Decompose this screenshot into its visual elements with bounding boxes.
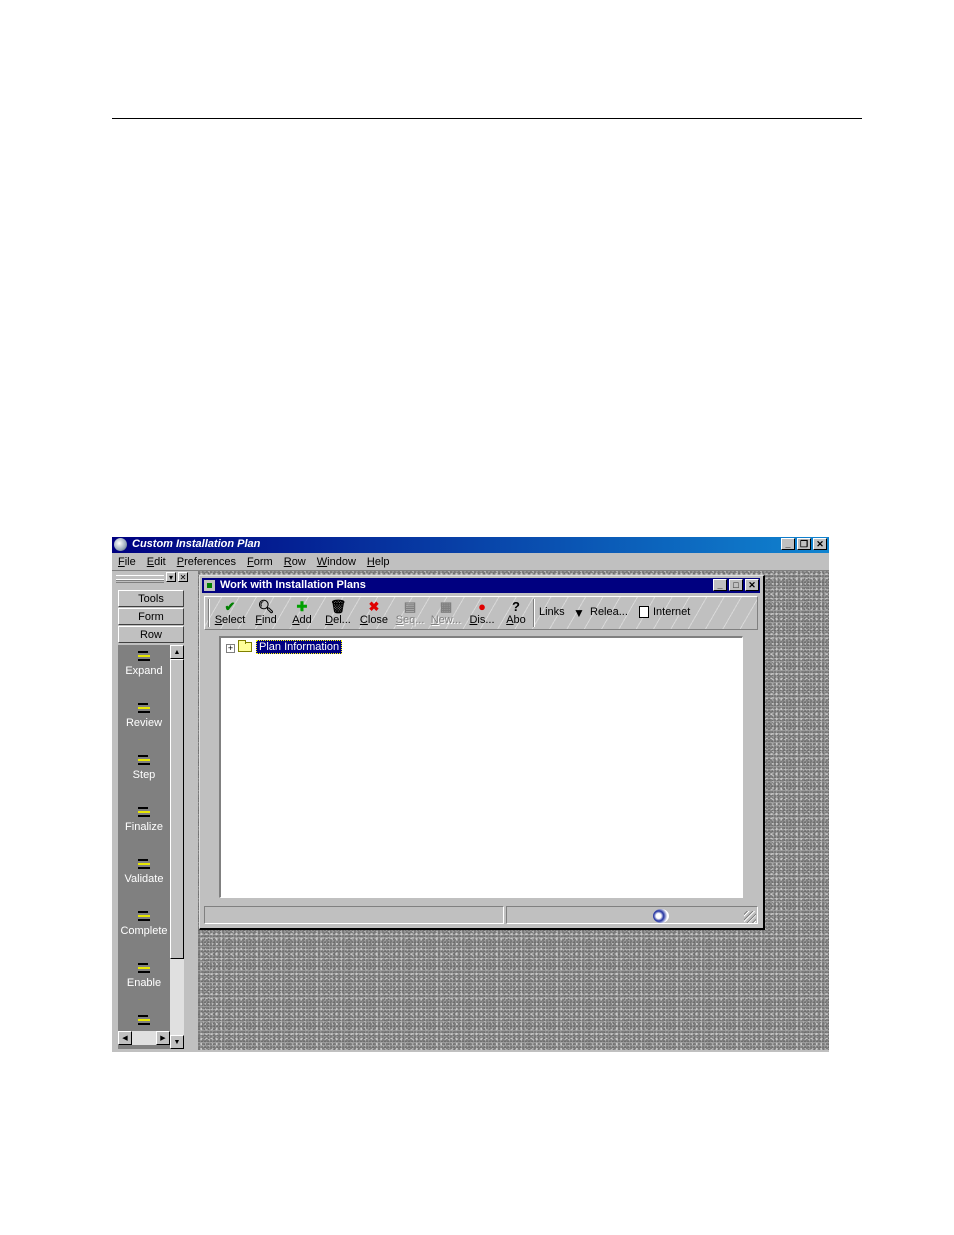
exit-item-complete[interactable]: Complete: [118, 909, 170, 937]
exit-item-step[interactable]: Step: [118, 753, 170, 781]
menu-row[interactable]: Row: [284, 556, 306, 568]
display-button[interactable]: ● Dis...: [465, 599, 499, 626]
close-button[interactable]: ✕: [813, 538, 827, 550]
restore-button[interactable]: ❐: [797, 538, 811, 550]
exit-icon: [137, 649, 151, 663]
exit-icon: [137, 753, 151, 767]
exit-bar-pin-button[interactable]: ▾: [166, 572, 176, 582]
status-panel: [204, 906, 504, 924]
exit-item-expand[interactable]: Expand: [118, 649, 170, 677]
form-toolbar: ✔ Select 🔍︎ Find ✚ Add 🗑︎ Del... ✖ Close…: [204, 596, 758, 630]
form-icon: [204, 580, 215, 591]
expand-node-icon[interactable]: +: [226, 644, 235, 653]
exit-icon: [137, 909, 151, 923]
about-icon: ?: [512, 599, 520, 614]
find-button[interactable]: 🔍︎ Find: [249, 599, 283, 626]
plus-icon: ✚: [296, 599, 308, 614]
internet-link[interactable]: Internet: [653, 606, 690, 618]
tab-form[interactable]: Form: [118, 608, 184, 625]
add-button[interactable]: ✚ Add: [285, 599, 319, 626]
exit-item-more[interactable]: [118, 1013, 170, 1029]
checkmark-icon: ✔: [224, 599, 236, 614]
display-icon: ●: [478, 599, 486, 614]
scroll-thumb[interactable]: [170, 659, 184, 959]
scroll-left-button[interactable]: ◀: [118, 1031, 132, 1045]
scroll-right-button[interactable]: ▶: [156, 1031, 170, 1045]
internet-page-icon: [639, 606, 649, 618]
globe-icon: [114, 538, 127, 551]
app-window: Custom Installation Plan _ ❐ ✕ File Edit…: [112, 537, 829, 1052]
release-link[interactable]: Relea...: [590, 606, 628, 618]
child-title: Work with Installation Plans: [220, 579, 366, 591]
child-minimize-button[interactable]: _: [713, 579, 727, 591]
exit-item-review[interactable]: Review: [118, 701, 170, 729]
menu-preferences[interactable]: Preferences: [177, 556, 236, 568]
work-with-installation-plans-window: Work with Installation Plans _ □ ✕ ✔ Sel…: [199, 575, 765, 930]
child-close-button[interactable]: ✕: [745, 579, 759, 591]
links-label[interactable]: Links: [539, 606, 565, 618]
exit-icon: [137, 701, 151, 715]
find-icon: 🔍︎: [257, 599, 275, 614]
globe-icon: [653, 909, 669, 923]
select-button[interactable]: ✔ Select: [213, 599, 247, 626]
child-titlebar: Work with Installation Plans _ □ ✕: [202, 578, 760, 593]
exit-icon: [137, 1013, 151, 1027]
menu-window[interactable]: Window: [317, 556, 356, 568]
tree-view[interactable]: + Plan Information: [219, 636, 743, 898]
exit-icon: [137, 961, 151, 975]
exit-bar: ▾ ✕ Tools Form Row Expand Review Step Fi…: [112, 571, 192, 1050]
sequence-icon: ▤: [403, 599, 417, 614]
child-maximize-button[interactable]: □: [729, 579, 743, 591]
folder-icon: [238, 640, 252, 652]
new-button[interactable]: ▦ New...: [429, 599, 463, 626]
status-panel: [506, 906, 758, 924]
exit-bar-grip-line: [116, 579, 164, 583]
exit-icon: [137, 805, 151, 819]
delete-button[interactable]: 🗑︎ Del...: [321, 599, 355, 626]
menu-form[interactable]: Form: [247, 556, 273, 568]
tab-row[interactable]: Row: [118, 626, 184, 643]
about-button[interactable]: ? Abo: [499, 599, 533, 626]
minimize-button[interactable]: _: [781, 538, 795, 550]
exit-item-finalize[interactable]: Finalize: [118, 805, 170, 833]
trash-icon: 🗑︎: [329, 599, 347, 614]
dropdown-arrow-icon[interactable]: ▼: [573, 606, 585, 620]
menu-edit[interactable]: Edit: [147, 556, 166, 568]
tab-tools[interactable]: Tools: [118, 590, 184, 607]
tree-node-plan-information[interactable]: Plan Information: [256, 640, 343, 654]
exit-list-hscrollbar[interactable]: ◀ ▶: [118, 1031, 170, 1045]
scroll-up-button[interactable]: ▲: [170, 645, 184, 659]
app-titlebar: Custom Installation Plan _ ❐ ✕: [112, 537, 829, 553]
close-form-button[interactable]: ✖ Close: [357, 599, 391, 626]
app-title: Custom Installation Plan: [132, 538, 261, 550]
resize-grip[interactable]: [744, 911, 756, 923]
exit-list: Expand Review Step Finalize Validate Com…: [118, 645, 170, 1049]
exit-list-vscrollbar[interactable]: ▲ ▼: [170, 645, 184, 1049]
menu-help[interactable]: Help: [367, 556, 390, 568]
sequence-button[interactable]: ▤ Seq...: [393, 599, 427, 626]
scroll-down-button[interactable]: ▼: [170, 1035, 184, 1049]
menubar: File Edit Preferences Form Row Window He…: [112, 553, 829, 571]
x-icon: ✖: [368, 599, 380, 614]
page-rule: [112, 118, 862, 119]
new-icon: ▦: [439, 599, 453, 614]
exit-item-enable[interactable]: Enable: [118, 961, 170, 989]
menu-file[interactable]: File: [118, 556, 136, 568]
exit-bar-close-button[interactable]: ✕: [178, 572, 188, 582]
exit-item-validate[interactable]: Validate: [118, 857, 170, 885]
status-bar: [204, 906, 758, 925]
toolbar-separator: [208, 599, 210, 627]
exit-icon: [137, 857, 151, 871]
toolbar-separator: [533, 599, 535, 627]
